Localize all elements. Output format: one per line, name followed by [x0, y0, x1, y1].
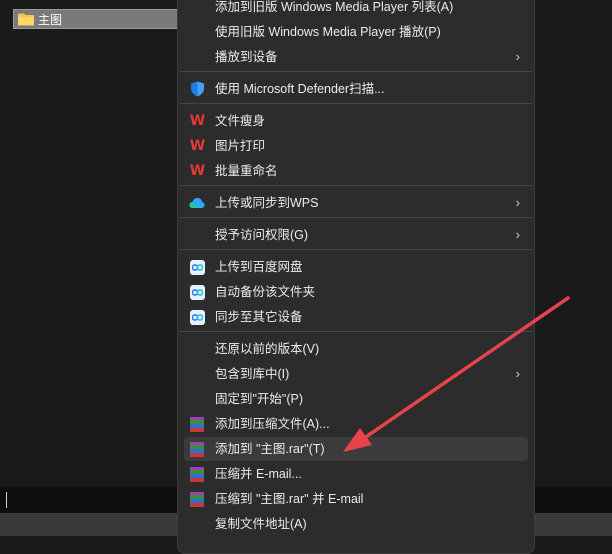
baidu-netdisk-icon: [189, 284, 205, 300]
menu-separator: [179, 103, 533, 104]
menu-item-upload-sync-wps[interactable]: 上传或同步到WPS ›: [184, 191, 528, 215]
menu-item-label: 图片打印: [215, 139, 266, 153]
menu-item-restore-previous-versions[interactable]: 还原以前的版本(V): [184, 337, 528, 361]
menu-item-label: 还原以前的版本(V): [215, 342, 320, 356]
menu-item-label: 播放到设备: [215, 50, 278, 64]
defender-shield-icon: [189, 81, 205, 97]
menu-item-label: 添加到 "主图.rar"(T): [215, 442, 325, 456]
wps-icon: W: [189, 113, 205, 129]
menu-item-compress-and-email[interactable]: 压缩并 E-mail...: [184, 462, 528, 486]
menu-item-label: 授予访问权限(G): [215, 228, 309, 242]
baidu-netdisk-icon: [189, 259, 205, 275]
menu-separator: [179, 331, 533, 332]
menu-item-play-with-wmp[interactable]: 使用旧版 Windows Media Player 播放(P): [184, 20, 528, 44]
menu-item-label: 上传或同步到WPS: [215, 196, 319, 210]
menu-item-defender-scan[interactable]: 使用 Microsoft Defender扫描...: [184, 77, 528, 101]
winrar-icon: [189, 416, 205, 432]
menu-item-label: 使用旧版 Windows Media Player 播放(P): [215, 25, 441, 39]
menu-item-label: 使用 Microsoft Defender扫描...: [215, 82, 385, 96]
menu-separator: [179, 185, 533, 186]
menu-item-copy-file-address[interactable]: 复制文件地址(A): [184, 512, 528, 536]
menu-item-compress-to-rar-and-email[interactable]: 压缩到 "主图.rar" 并 E-mail: [184, 487, 528, 511]
menu-item-label: 包含到库中(I): [215, 367, 290, 381]
chevron-right-icon: ›: [515, 49, 520, 64]
menu-item-label: 同步至其它设备: [215, 310, 303, 324]
menu-item-auto-backup-folder[interactable]: 自动备份该文件夹: [184, 280, 528, 304]
folder-icon: [18, 13, 34, 26]
menu-item-label: 压缩并 E-mail...: [215, 467, 302, 481]
baidu-netdisk-icon: [189, 309, 205, 325]
wps-cloud-icon: [189, 195, 205, 211]
menu-item-label: 复制文件地址(A): [215, 517, 307, 531]
menu-item-pin-to-start[interactable]: 固定到"开始"(P): [184, 387, 528, 411]
menu-item-upload-baidu[interactable]: 上传到百度网盘: [184, 255, 528, 279]
chevron-right-icon: ›: [515, 366, 520, 381]
context-menu: 添加到旧版 Windows Media Player 列表(A) 使用旧版 Wi…: [177, 0, 535, 554]
menu-item-include-in-library[interactable]: 包含到库中(I) ›: [184, 362, 528, 386]
menu-item-add-to-archive[interactable]: 添加到压缩文件(A)...: [184, 412, 528, 436]
menu-separator: [179, 249, 533, 250]
menu-item-batch-rename[interactable]: W 批量重命名: [184, 159, 528, 183]
menu-item-cast-to-device[interactable]: 播放到设备 ›: [184, 45, 528, 69]
wps-icon: W: [189, 163, 205, 179]
text-caret: [6, 492, 7, 508]
menu-separator: [179, 71, 533, 72]
winrar-icon: [189, 441, 205, 457]
winrar-icon: [189, 466, 205, 482]
menu-item-grant-access[interactable]: 授予访问权限(G) ›: [184, 223, 528, 247]
chevron-right-icon: ›: [515, 195, 520, 210]
menu-item-file-slim[interactable]: W 文件瘦身: [184, 109, 528, 133]
menu-item-add-to-rar[interactable]: 添加到 "主图.rar"(T): [184, 437, 528, 461]
menu-item-label: 上传到百度网盘: [215, 260, 303, 274]
menu-item-label: 添加到压缩文件(A)...: [215, 417, 330, 431]
menu-item-label: 文件瘦身: [215, 114, 266, 128]
menu-item-label: 自动备份该文件夹: [215, 285, 316, 299]
menu-item-label: 添加到旧版 Windows Media Player 列表(A): [215, 0, 454, 14]
chevron-right-icon: ›: [515, 227, 520, 242]
winrar-icon: [189, 491, 205, 507]
menu-separator: [179, 217, 533, 218]
menu-item-label: 批量重命名: [215, 164, 278, 178]
folder-item-main[interactable]: 主图: [13, 9, 179, 29]
menu-item-label: 压缩到 "主图.rar" 并 E-mail: [215, 492, 364, 506]
wps-icon: W: [189, 138, 205, 154]
folder-name: 主图: [38, 12, 63, 27]
menu-item-add-to-wmp-list[interactable]: 添加到旧版 Windows Media Player 列表(A): [184, 0, 528, 19]
menu-item-sync-other-devices[interactable]: 同步至其它设备: [184, 305, 528, 329]
menu-item-label: 固定到"开始"(P): [215, 392, 304, 406]
menu-item-image-print[interactable]: W 图片打印: [184, 134, 528, 158]
